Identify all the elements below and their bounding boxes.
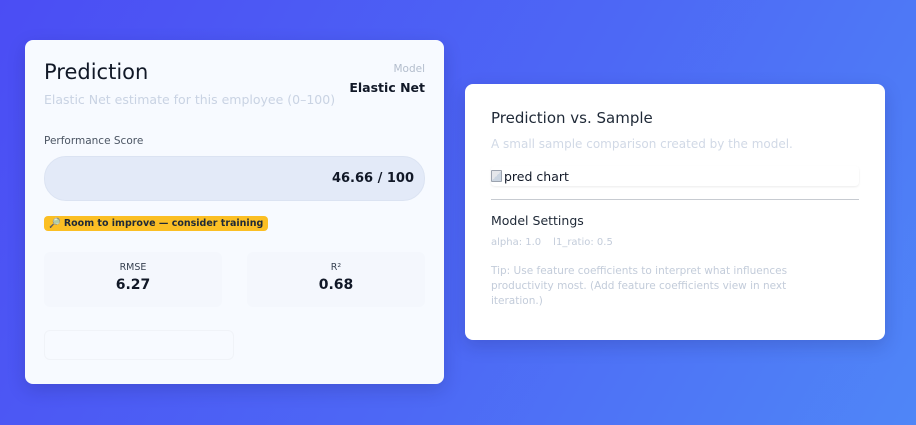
- chart-card-subtitle: A small sample comparison created by the…: [491, 137, 793, 151]
- model-value: Elastic Net: [349, 80, 425, 95]
- metric-rmse: RMSE 6.27: [44, 252, 222, 307]
- l1-ratio-setting: l1_ratio: 0.5: [553, 237, 613, 248]
- model-label: Model: [393, 63, 425, 75]
- prediction-subtitle: Elastic Net estimate for this employee (…: [44, 92, 336, 107]
- prediction-card: Prediction Elastic Net estimate for this…: [25, 40, 444, 384]
- performance-score-label: Performance Score: [44, 135, 144, 147]
- faded-action-button[interactable]: [44, 330, 234, 360]
- prediction-chart-card: Prediction vs. Sample A small sample com…: [465, 84, 885, 340]
- metric-rmse-value: 6.27: [115, 277, 151, 293]
- metric-rmse-label: RMSE: [119, 262, 147, 273]
- alpha-setting: alpha: 1.0: [491, 237, 542, 248]
- performance-score-fill: [45, 157, 222, 200]
- metric-r2-value: 0.68: [318, 277, 354, 293]
- metric-r2: R² 0.68: [247, 252, 425, 307]
- prediction-title: Prediction: [44, 60, 149, 84]
- broken-image-icon: [491, 170, 502, 182]
- tip-text: Tip: Use feature coefficients to interpr…: [491, 265, 788, 307]
- status-badge: 🔎 Room to improve — consider training: [44, 216, 269, 231]
- performance-score-bar: 46.66 / 100: [44, 156, 425, 201]
- metric-r2-label: R²: [330, 262, 342, 273]
- divider: [491, 199, 859, 200]
- chart-card-title: Prediction vs. Sample: [491, 109, 653, 127]
- magnifier-icon: 🔎: [49, 218, 61, 229]
- model-settings-title: Model Settings: [491, 213, 584, 228]
- performance-score-value: 46.66 / 100: [331, 171, 414, 186]
- pred-chart-image: pred chart: [491, 166, 859, 186]
- pred-chart-alt-text: pred chart: [504, 168, 569, 184]
- status-badge-text: Room to improve — consider training: [63, 218, 264, 229]
- model-settings-values: alpha: 1.0 l1_ratio: 0.5: [491, 237, 613, 248]
